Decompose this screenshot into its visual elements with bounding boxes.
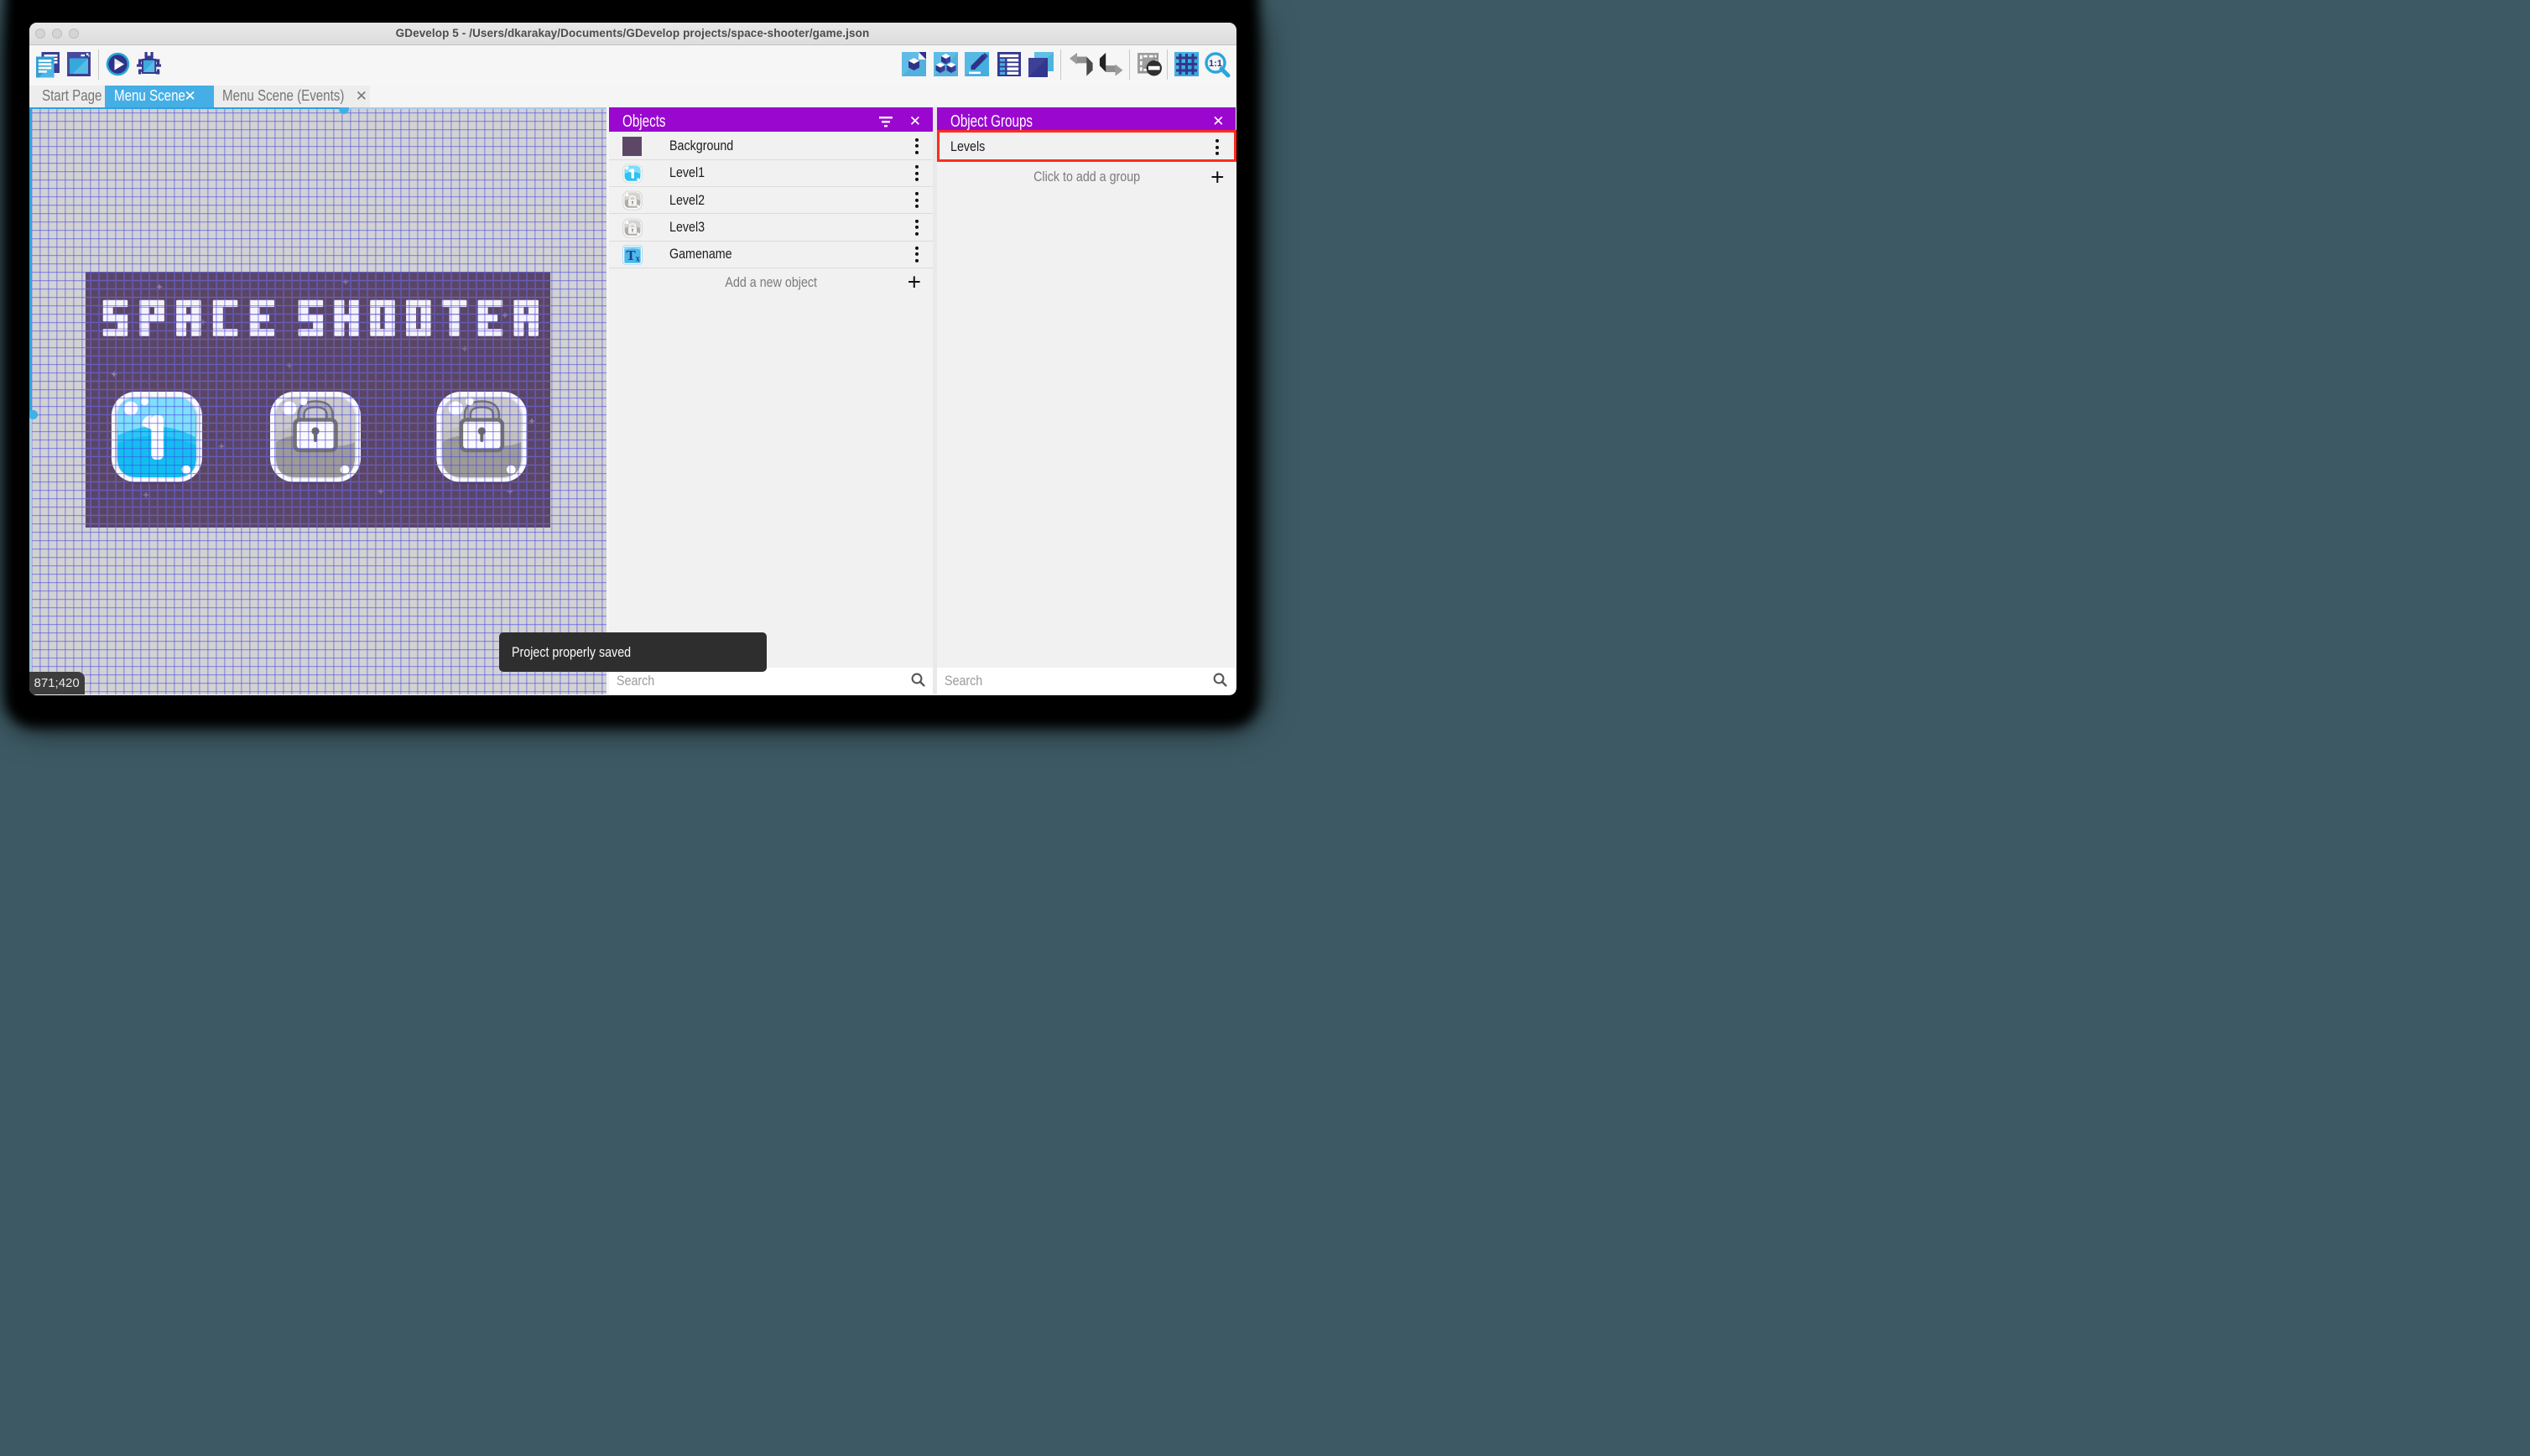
svg-text:x: x bbox=[635, 254, 639, 263]
svg-text:1:1: 1:1 bbox=[1209, 59, 1222, 69]
svg-text:T: T bbox=[626, 247, 636, 263]
